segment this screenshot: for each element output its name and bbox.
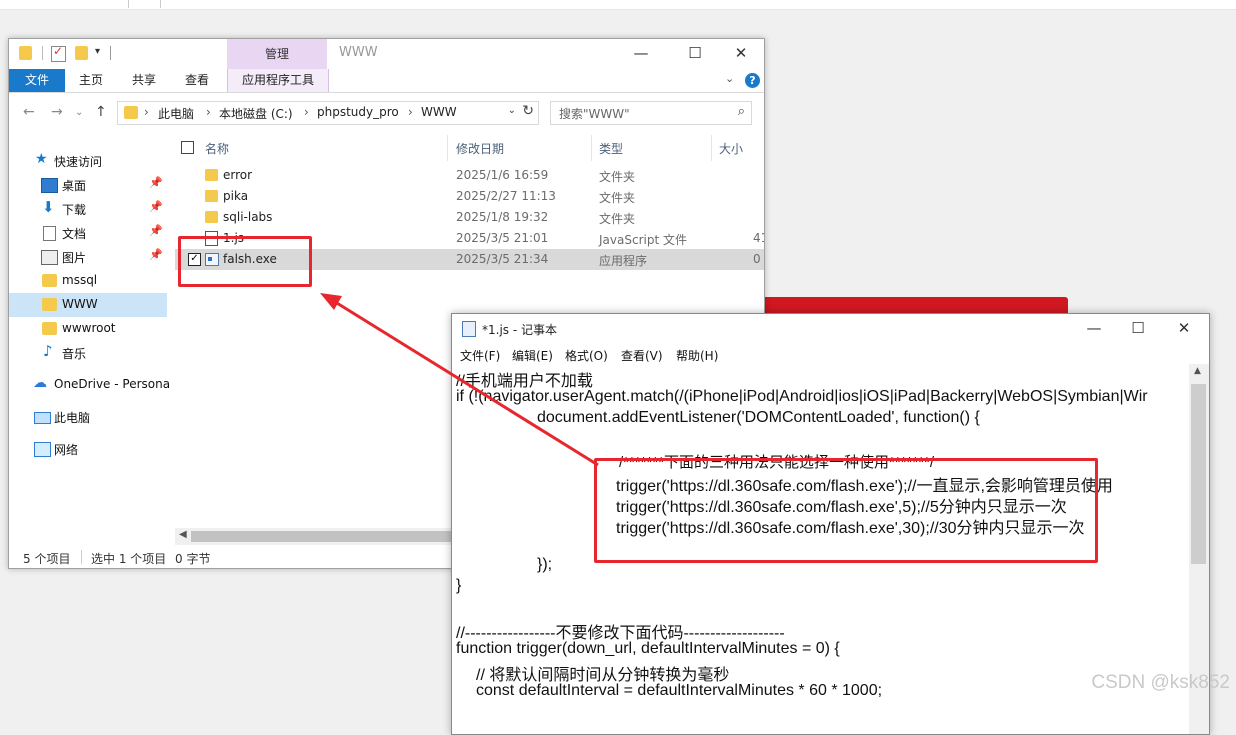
annotation-arrow: [320, 293, 599, 467]
watermark: CSDN @ksk852: [1091, 672, 1230, 693]
